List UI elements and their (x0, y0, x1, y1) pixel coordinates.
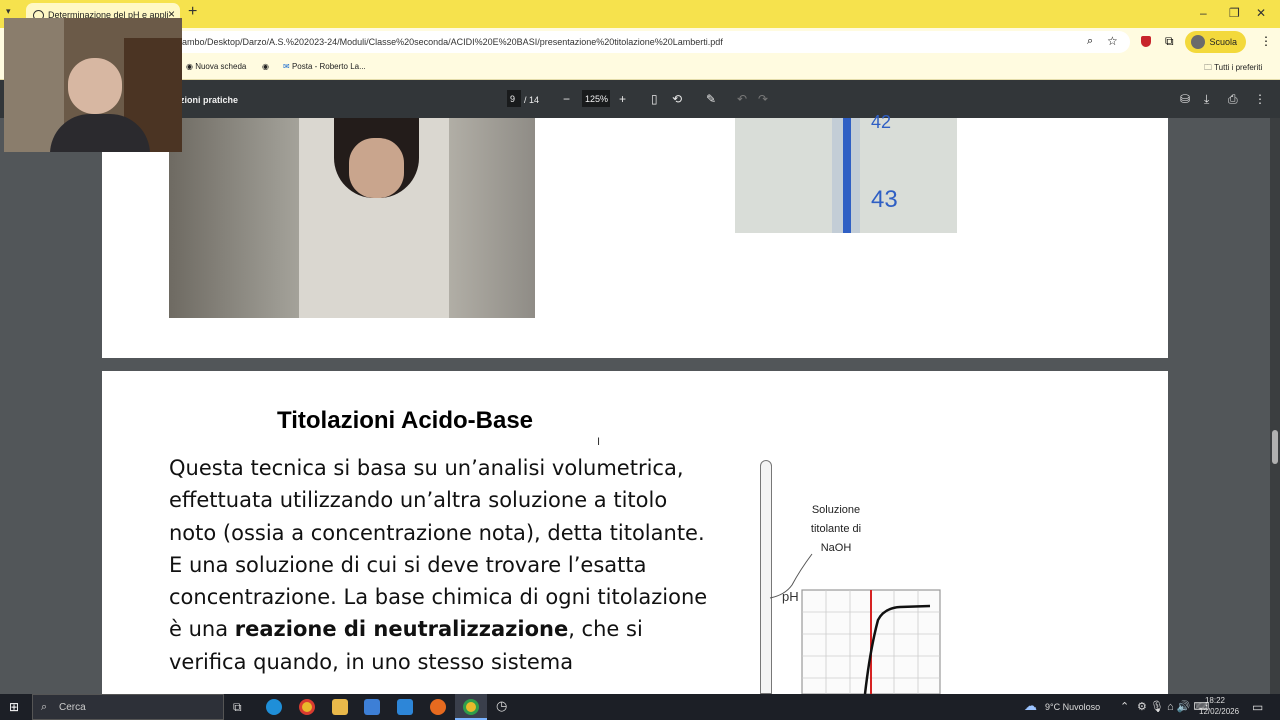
scrollbar-thumb[interactable] (1272, 430, 1278, 464)
weather-cloud-icon[interactable]: ☁ (1024, 698, 1037, 714)
app-icon[interactable] (397, 699, 413, 715)
lab-photo (169, 118, 535, 318)
paragraph-1: Questa tecnica si basa su un’analisi vol… (169, 456, 705, 545)
pdf-document-title: zioni pratiche (180, 95, 239, 105)
new-tab-plus-icon[interactable]: + (188, 3, 197, 21)
task-view-icon[interactable]: ⧉ (233, 700, 242, 715)
page-total: / 14 (524, 95, 540, 105)
redo-icon[interactable]: ↷ (758, 92, 768, 106)
store-icon[interactable] (364, 699, 380, 715)
burette-number-43: 43 (871, 186, 898, 213)
taskbar-search[interactable]: ⌕ Cerca (32, 694, 224, 720)
restore-icon[interactable]: ❐ (1229, 6, 1240, 20)
undo-icon[interactable]: ↶ (737, 92, 747, 106)
clock-time[interactable]: 18:22 (1201, 696, 1229, 705)
text-cursor-icon: I (597, 436, 601, 448)
bookmark-globe-icon[interactable]: ◉ (262, 62, 269, 71)
page-number-input[interactable]: 9 (507, 90, 521, 107)
paragraph-2-bold: reazione di neutralizzazione (234, 617, 569, 642)
extensions-puzzle-icon[interactable]: ⧉ (1165, 34, 1174, 49)
annotate-pen-icon[interactable]: ✎ (706, 92, 716, 106)
windows-taskbar: ⊞ ⌕ Cerca ⧉ ◷ ☁ 9°C Nuvoloso ⌃ ⚙ 🎙 ⌂ 🔊 ⌨… (0, 694, 1280, 720)
menu-dots-icon[interactable]: ⋮ (1260, 34, 1272, 48)
minimize-icon[interactable]: – (1200, 6, 1207, 20)
more-options-icon[interactable]: ⋮ (1254, 92, 1266, 106)
download-icon[interactable]: ⤓ (1204, 92, 1209, 107)
rotate-icon[interactable]: ⟲ (672, 92, 682, 106)
zoom-out-icon[interactable]: − (563, 92, 570, 106)
search-icon: ⌕ (41, 701, 48, 713)
zoom-input[interactable]: 125% (582, 90, 610, 107)
clock-date[interactable]: 12/02/2026 (1199, 707, 1239, 716)
zoom-in-icon[interactable]: + (619, 92, 626, 106)
fit-page-icon[interactable]: ▯ (651, 92, 658, 106)
address-text: ambo/Desktop/Darzo/A.S.%202023-24/Moduli… (182, 37, 723, 47)
bookmark-star-icon[interactable]: ☆ (1107, 34, 1118, 48)
clock-app-icon[interactable]: ◷ (496, 698, 507, 714)
burette-closeup-photo: 42 43 (735, 112, 957, 233)
slide-title: Titolazioni Acido-Base (277, 407, 534, 434)
vertical-scrollbar[interactable] (1270, 118, 1280, 694)
bookmark-mail[interactable]: ✉ Posta - Roberto La... (283, 62, 366, 71)
burette-number-42: 42 (871, 112, 892, 132)
profile-label: Scuola (1209, 37, 1237, 47)
bookmarks-bar: ◉ Nuova scheda ◉ ✉ Posta - Roberto La...… (0, 56, 1280, 80)
edge-icon[interactable] (266, 699, 282, 715)
start-windows-icon[interactable]: ⊞ (9, 700, 19, 714)
notifications-icon[interactable]: ▭ (1252, 700, 1263, 714)
search-placeholder: Cerca (59, 702, 86, 713)
weather-text[interactable]: 9°C Nuvoloso (1045, 702, 1100, 712)
chrome-active-taskbar[interactable] (455, 694, 487, 720)
slide-body-text: Questa tecnica si basa su un’analisi vol… (169, 452, 709, 678)
window-close-icon[interactable]: ✕ (1256, 6, 1266, 20)
pdf-toolbar: zioni pratiche 9 / 14 − 125% + ▯ ⟲ ✎ ↶ ↷… (0, 80, 1280, 118)
titration-curve-diagram (769, 553, 941, 694)
profile-button[interactable]: Scuola (1185, 31, 1246, 53)
all-bookmarks-folder[interactable]: 🗀 Tutti i preferiti (1204, 62, 1262, 76)
shield-extension-icon[interactable] (1141, 36, 1151, 47)
address-row: ambo/Desktop/Darzo/A.S.%202023-24/Moduli… (0, 28, 1280, 56)
file-explorer-icon[interactable] (332, 699, 348, 715)
print-icon[interactable]: ⎙ (1228, 92, 1238, 107)
tab-search-icon[interactable]: ▾ (6, 6, 11, 17)
drive-save-icon[interactable]: ⛁ (1180, 92, 1190, 106)
firefox-icon[interactable] (430, 699, 446, 715)
bookmark-new-tab[interactable]: ◉ Nuova scheda (186, 62, 246, 71)
chrome-icon[interactable] (299, 699, 315, 715)
address-bar[interactable]: ambo/Desktop/Darzo/A.S.%202023-24/Moduli… (170, 31, 1130, 53)
webcam-overlay (4, 18, 182, 152)
zoom-magnifier-icon[interactable]: ⌕ (1087, 35, 1093, 48)
tab-strip: ▾ Determinazione del pH e appli × + – ❐ … (0, 0, 1280, 28)
tray-chevron-icon[interactable]: ⌃ (1120, 700, 1129, 713)
